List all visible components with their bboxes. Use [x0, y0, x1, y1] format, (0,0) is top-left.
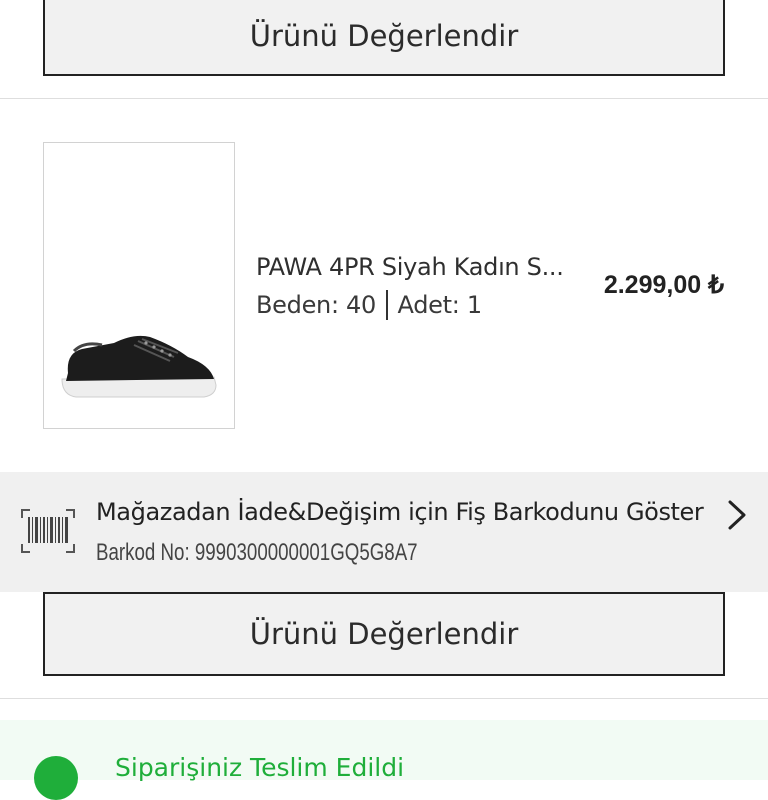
order-status-bar: Siparişiniz Teslim Edildi — [0, 720, 768, 800]
chevron-right-icon[interactable] — [726, 500, 748, 530]
product-meta: Beden: 40 Adet: 1 — [256, 290, 482, 320]
product-name[interactable]: PAWA 4PR Siyah Kadın S... — [256, 253, 568, 281]
rate-product-label: Ürünü Değerlendir — [249, 617, 519, 651]
product-image[interactable] — [43, 142, 235, 429]
divider — [0, 698, 768, 699]
product-quantity: Adet: 1 — [397, 291, 483, 319]
rate-product-button[interactable]: Ürünü Değerlendir — [43, 0, 725, 76]
barcode-number: Barkod No: 9990300000001GQ5G8A7 — [96, 539, 418, 566]
barcode-scan-icon — [21, 509, 75, 553]
product-size: Beden: 40 — [256, 291, 376, 319]
barcode-title: Mağazadan İade&Değişim için Fiş Barkodun… — [96, 498, 704, 526]
product-price: 2.299,00 ₺ — [603, 271, 724, 299]
check-circle-icon — [34, 756, 78, 800]
meta-separator — [386, 290, 388, 320]
rate-product-label: Ürünü Değerlendir — [249, 19, 519, 53]
black-sneaker-image — [61, 335, 217, 398]
store-return-barcode-row[interactable]: Mağazadan İade&Değişim için Fiş Barkodun… — [0, 472, 768, 592]
rate-product-button[interactable]: Ürünü Değerlendir — [43, 592, 725, 676]
divider — [0, 98, 768, 99]
